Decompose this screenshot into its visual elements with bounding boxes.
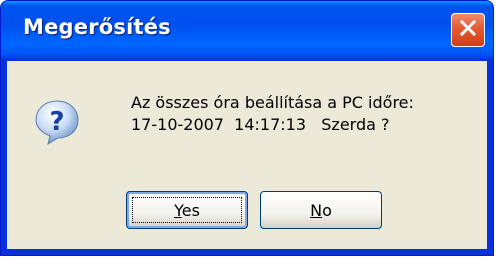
yes-button-label: Yes	[174, 200, 200, 220]
message-line-2: 17-10-2007 14:17:13 Szerda ?	[131, 115, 390, 134]
dialog-body: ? Az összes óra beállítása a PC időre: 1…	[7, 61, 487, 249]
close-icon	[458, 18, 478, 43]
message-line-1: Az összes óra beállítása a PC időre:	[131, 93, 414, 112]
close-button[interactable]	[451, 13, 485, 47]
dialog-title: Megerősítés	[23, 15, 171, 39]
title-bar[interactable]: Megerősítés	[1, 1, 493, 61]
yes-button[interactable]: Yes	[126, 191, 248, 229]
question-icon: ?	[34, 99, 80, 146]
no-button-label: No	[310, 200, 332, 220]
svg-text:?: ?	[49, 107, 64, 137]
message-text: Az összes óra beállítása a PC időre: 17-…	[131, 92, 414, 136]
confirmation-dialog: Megerősítés ? Az összes óra beállítása a…	[0, 0, 494, 256]
no-button[interactable]: No	[260, 191, 382, 229]
